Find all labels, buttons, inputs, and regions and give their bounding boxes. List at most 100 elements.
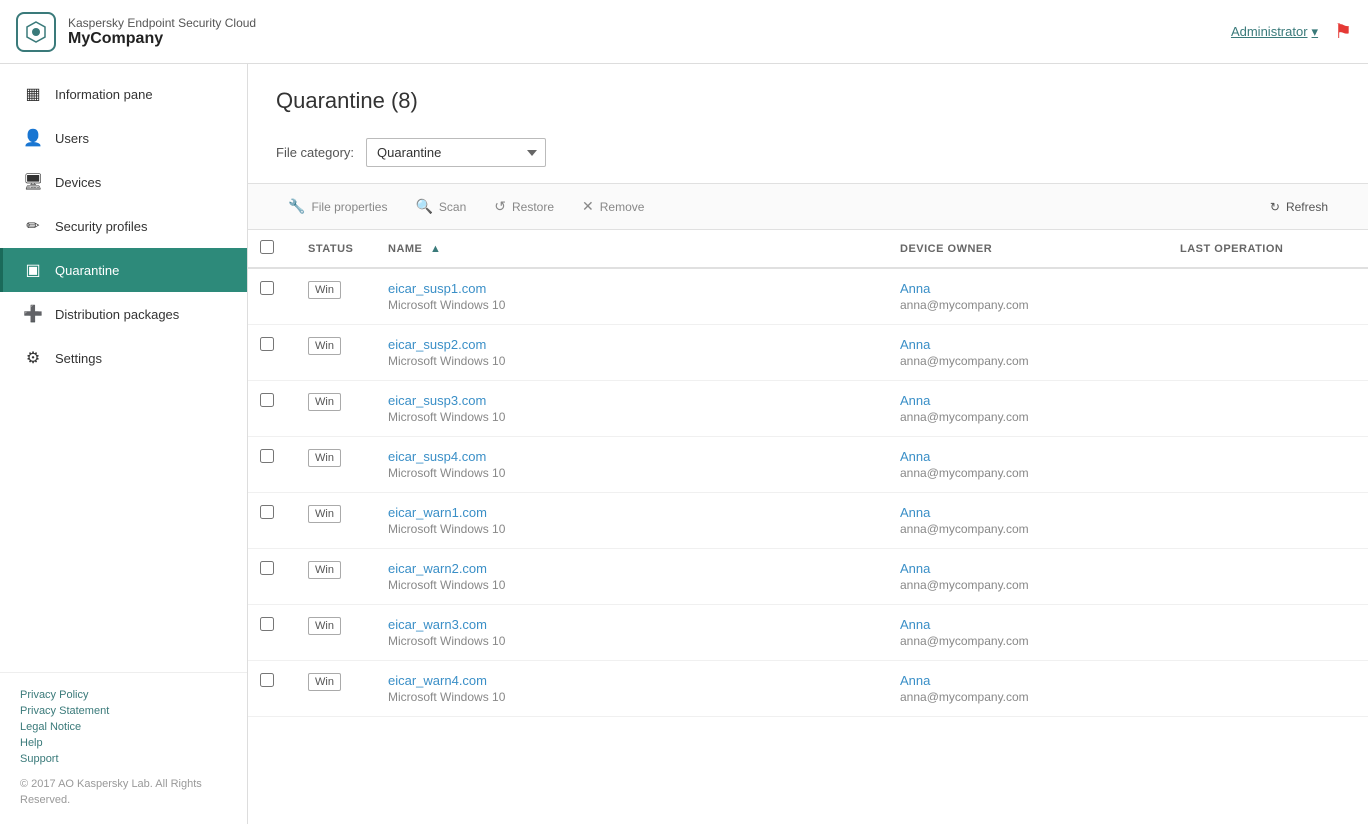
row-last-operation-0 [1168,268,1368,325]
owner-name-4[interactable]: Anna [900,505,1156,520]
scan-button[interactable]: 🔍 Scan [403,192,478,221]
header-left: Kaspersky Endpoint Security Cloud MyComp… [16,12,256,52]
row-owner-cell-1: Anna anna@mycompany.com [888,325,1168,381]
row-checkbox-cell-5 [248,549,296,605]
content-area: Quarantine (8) File category: Quarantine… [248,64,1368,824]
sidebar-item-settings[interactable]: ⚙ Settings [0,336,247,380]
file-category-select[interactable]: Quarantine Backup All [366,138,546,167]
row-name-cell-2: eicar_susp3.com Microsoft Windows 10 [376,381,888,437]
owner-name-2[interactable]: Anna [900,393,1156,408]
select-all-checkbox[interactable] [260,240,274,254]
sidebar-item-users[interactable]: 👤Users [0,116,247,160]
file-name-5[interactable]: eicar_warn2.com [388,561,876,576]
distribution-packages-icon: ➕ [23,304,43,324]
file-os-3: Microsoft Windows 10 [388,466,876,480]
file-name-4[interactable]: eicar_warn1.com [388,505,876,520]
page-header: Quarantine (8) [248,64,1368,130]
restore-button[interactable]: ↺ Restore [482,192,566,221]
table-row: Wineicar_susp1.comMicrosoft Windows 10An… [248,268,1368,325]
table-row: Wineicar_warn4.comMicrosoft Windows 10An… [248,661,1368,717]
row-checkbox-1[interactable] [260,337,274,351]
row-checkbox-0[interactable] [260,281,274,295]
owner-email-1: anna@mycompany.com [900,354,1156,368]
row-checkbox-cell-6 [248,605,296,661]
sidebar-privacy-policy-link[interactable]: Privacy Policy [20,689,227,701]
sidebar-item-label-devices: Devices [55,175,101,190]
row-checkbox-cell-7 [248,661,296,717]
app-name: Kaspersky Endpoint Security Cloud [68,16,256,30]
file-os-4: Microsoft Windows 10 [388,522,876,536]
flag-icon[interactable]: ⚑ [1334,19,1352,44]
owner-name-5[interactable]: Anna [900,561,1156,576]
file-os-2: Microsoft Windows 10 [388,410,876,424]
file-name-7[interactable]: eicar_warn4.com [388,673,876,688]
information-pane-icon: ▦ [23,84,43,104]
row-checkbox-5[interactable] [260,561,274,575]
row-checkbox-3[interactable] [260,449,274,463]
row-owner-cell-0: Annaanna@mycompany.com [888,268,1168,325]
owner-name-3[interactable]: Anna [900,449,1156,464]
header-status: Status [296,230,376,268]
sidebar-privacy-statement-link[interactable]: Privacy Statement [20,705,227,717]
remove-button[interactable]: ✕ Remove [570,192,656,221]
refresh-label: Refresh [1286,200,1328,214]
win-badge: Win [308,561,341,579]
sidebar-item-security-profiles[interactable]: ✏Security profiles [0,204,247,248]
owner-name-7[interactable]: Anna [900,673,1156,688]
sidebar-item-label-users: Users [55,131,89,146]
sidebar: ▦Information pane👤Users🖥Devices✏Security… [0,64,248,824]
row-checkbox-cell-0 [248,268,296,325]
sidebar-item-quarantine[interactable]: ▣Quarantine [0,248,247,292]
search-icon: 🔍 [415,198,432,215]
row-last-operation-4 [1168,493,1368,549]
owner-email-6: anna@mycompany.com [900,634,1156,648]
owner-email-4: anna@mycompany.com [900,522,1156,536]
sidebar-item-label-settings: Settings [55,351,102,366]
row-checkbox-4[interactable] [260,505,274,519]
sidebar-help-link[interactable]: Help [20,737,227,749]
restore-label: Restore [512,200,554,214]
owner-email-3: anna@mycompany.com [900,466,1156,480]
owner-name-1[interactable]: Anna [900,337,1156,352]
header-name[interactable]: NAME ▲ [376,230,888,268]
row-status-6: Win [296,605,376,661]
toolbar: 🔧 File properties 🔍 Scan ↺ Restore ✕ Rem… [248,183,1368,230]
settings-icon: ⚙ [23,348,43,368]
file-os-7: Microsoft Windows 10 [388,690,876,704]
row-owner-cell-3: Anna anna@mycompany.com [888,437,1168,493]
app-header: Kaspersky Endpoint Security Cloud MyComp… [0,0,1368,64]
sort-asc-icon: ▲ [430,243,441,255]
sidebar-support-link[interactable]: Support [20,753,227,765]
sidebar-legal-notice-link[interactable]: Legal Notice [20,721,227,733]
row-status-1: Win [296,325,376,381]
owner-name-6[interactable]: Anna [900,617,1156,632]
row-name-cell-0: eicar_susp1.comMicrosoft Windows 10 [376,268,888,325]
sidebar-item-distribution-packages[interactable]: ➕Distribution packages [0,292,247,336]
file-name-2[interactable]: eicar_susp3.com [388,393,876,408]
app-logo [16,12,56,52]
row-checkbox-6[interactable] [260,617,274,631]
win-badge: Win [308,393,341,411]
file-name-1[interactable]: eicar_susp2.com [388,337,876,352]
table-body: Wineicar_susp1.comMicrosoft Windows 10An… [248,268,1368,717]
table-row: Wineicar_warn1.comMicrosoft Windows 10An… [248,493,1368,549]
row-last-operation-1 [1168,325,1368,381]
file-name-0[interactable]: eicar_susp1.com [388,281,876,296]
row-last-operation-3 [1168,437,1368,493]
refresh-button[interactable]: ↻ Refresh [1258,194,1340,220]
admin-button[interactable]: Administrator ▾ [1231,24,1318,40]
file-os-6: Microsoft Windows 10 [388,634,876,648]
row-name-cell-7: eicar_warn4.com Microsoft Windows 10 [376,661,888,717]
row-checkbox-2[interactable] [260,393,274,407]
owner-name-0[interactable]: Anna [900,281,1156,296]
sidebar-item-devices[interactable]: 🖥Devices [0,160,247,204]
row-checkbox-7[interactable] [260,673,274,687]
sidebar-item-information-pane[interactable]: ▦Information pane [0,72,247,116]
row-last-operation-5 [1168,549,1368,605]
row-name-cell-6: eicar_warn3.com Microsoft Windows 10 [376,605,888,661]
file-name-6[interactable]: eicar_warn3.com [388,617,876,632]
sidebar-nav: ▦Information pane👤Users🖥Devices✏Security… [0,64,247,672]
quarantine-icon: ▣ [23,260,43,280]
file-properties-button[interactable]: 🔧 File properties [276,192,399,221]
file-name-3[interactable]: eicar_susp4.com [388,449,876,464]
